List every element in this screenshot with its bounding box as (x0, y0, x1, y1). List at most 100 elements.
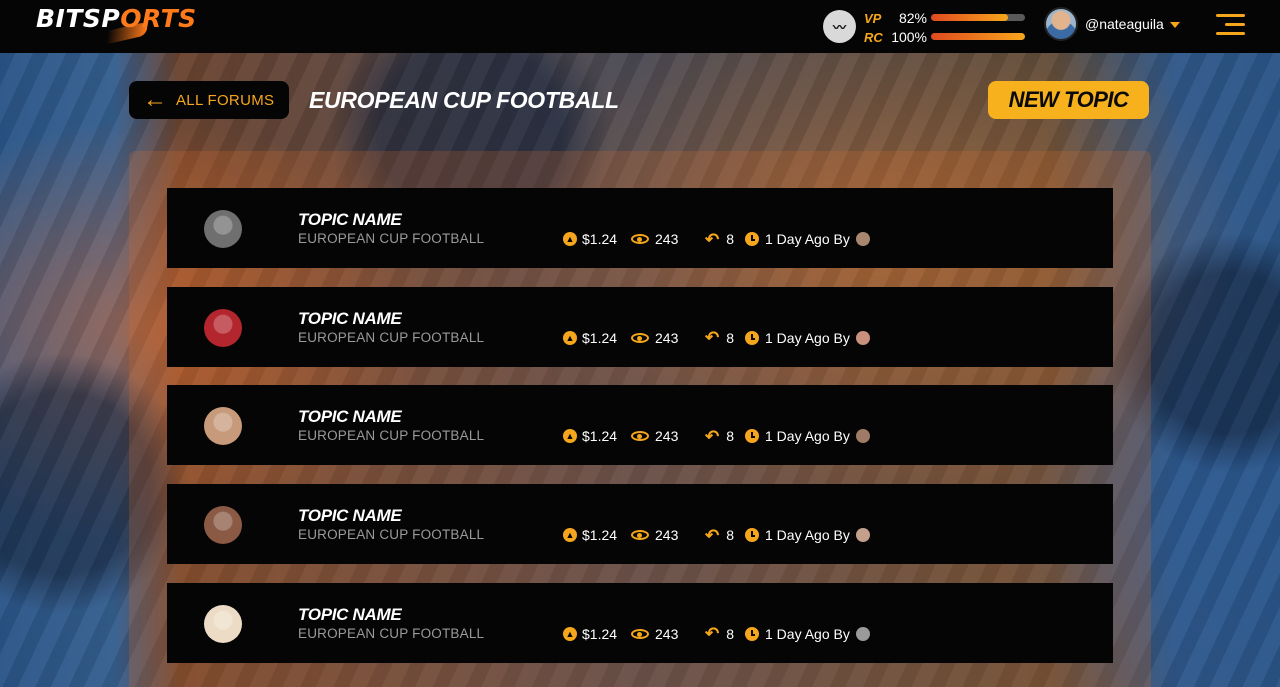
last-poster-avatar[interactable] (855, 626, 870, 641)
topic-forum-name: EUROPEAN CUP FOOTBALL (298, 428, 485, 444)
topic-forum-name: EUROPEAN CUP FOOTBALL (298, 231, 485, 246)
clock-icon (745, 528, 759, 543)
topic-replies: 8 (726, 625, 735, 642)
topic-name[interactable]: TOPIC NAME (298, 506, 402, 526)
topic-value: $1.24 (582, 231, 618, 247)
replies-stat: ↶ 8 (705, 428, 745, 445)
topic-views: 243 (655, 329, 679, 346)
topic-views: 243 (655, 527, 679, 544)
topic-author-avatar[interactable] (204, 210, 242, 248)
topic-forum-name: EUROPEAN CUP FOOTBALL (298, 527, 485, 543)
vp-bar-fill (931, 14, 1009, 21)
all-forums-label: ALL FORUMS (176, 91, 275, 109)
topic-value: $1.24 (582, 527, 618, 544)
replies-stat: ↶ 8 (705, 329, 745, 346)
time-stat: 1 Day Ago By (745, 330, 870, 346)
last-poster-avatar[interactable] (855, 429, 870, 444)
reply-icon: ↶ (705, 328, 720, 348)
topic-row[interactable]: TOPIC NAME EUROPEAN CUP FOOTBALL ▲ $1.24… (167, 385, 1113, 466)
topic-stats: ▲ $1.24 243 ↶ 8 1 Day Ago By (563, 526, 870, 544)
value-stat: ▲ $1.24 (563, 428, 631, 444)
value-stat: ▲ $1.24 (563, 330, 631, 346)
topic-forum-name: EUROPEAN CUP FOOTBALL (298, 625, 485, 641)
clock-icon (745, 232, 759, 246)
user-avatar[interactable] (1044, 7, 1078, 41)
eye-icon (631, 530, 649, 541)
topic-stats: ▲ $1.24 243 ↶ 8 1 Day Ago By (563, 230, 870, 248)
value-stat: ▲ $1.24 (563, 231, 631, 247)
topic-value: $1.24 (582, 329, 618, 346)
topic-row[interactable]: TOPIC NAME EUROPEAN CUP FOOTBALL ▲ $1.24… (167, 188, 1113, 268)
reply-icon: ↶ (705, 426, 720, 446)
chevron-up-icon: ▲ (563, 528, 577, 543)
topic-author-avatar[interactable] (204, 506, 242, 545)
reply-icon: ↶ (705, 229, 720, 249)
topic-name[interactable]: TOPIC NAME (298, 210, 402, 230)
topic-views: 243 (655, 428, 679, 445)
arrow-left-icon: ← (143, 86, 167, 113)
steem-icon[interactable]: 〰 (823, 10, 856, 43)
chevron-up-icon: ▲ (563, 429, 577, 444)
reply-icon: ↶ (705, 624, 720, 644)
page-title: EUROPEAN CUP FOOTBALL (309, 87, 619, 113)
topic-name[interactable]: TOPIC NAME (298, 605, 402, 625)
last-poster-avatar[interactable] (855, 528, 870, 543)
eye-icon (631, 628, 649, 639)
all-forums-button[interactable]: ← ALL FORUMS (129, 81, 289, 119)
topic-row[interactable]: TOPIC NAME EUROPEAN CUP FOOTBALL ▲ $1.24… (167, 484, 1113, 565)
views-stat: 243 (631, 527, 705, 543)
vp-value: 82% (898, 10, 927, 26)
logo-text-1: BITSP (36, 4, 121, 33)
topic-row[interactable]: TOPIC NAME EUROPEAN CUP FOOTBALL ▲ $1.24… (167, 582, 1113, 663)
topic-author-avatar[interactable] (204, 308, 242, 347)
bitsports-logo[interactable]: BITSP ORTS (36, 4, 197, 45)
chevron-up-icon: ▲ (563, 626, 577, 641)
meter-values: 82% 100% (889, 9, 927, 47)
views-stat: 243 (631, 626, 705, 642)
views-stat: 243 (631, 330, 705, 346)
topic-time: 1 Day Ago By (765, 625, 850, 642)
replies-stat: ↶ 8 (705, 231, 745, 248)
menu-icon[interactable] (1216, 14, 1245, 36)
time-stat: 1 Day Ago By (745, 231, 870, 247)
value-stat: ▲ $1.24 (563, 626, 631, 642)
topic-time: 1 Day Ago By (765, 428, 850, 445)
topic-row[interactable]: TOPIC NAME EUROPEAN CUP FOOTBALL ▲ $1.24… (167, 286, 1113, 367)
topic-stats: ▲ $1.24 243 ↶ 8 1 Day Ago By (563, 625, 870, 643)
topic-replies: 8 (726, 329, 735, 346)
topic-stats: ▲ $1.24 243 ↶ 8 1 Day Ago By (563, 329, 870, 347)
rc-bar (931, 33, 1025, 40)
last-poster-avatar[interactable] (855, 330, 870, 345)
vp-bar (931, 14, 1025, 21)
topic-value: $1.24 (582, 428, 618, 445)
time-stat: 1 Day Ago By (745, 626, 870, 642)
topic-replies: 8 (726, 231, 735, 247)
topic-time: 1 Day Ago By (765, 527, 850, 544)
topic-views: 243 (655, 625, 679, 642)
clock-icon (745, 626, 759, 641)
username[interactable]: @nateaguila (1085, 16, 1164, 32)
reply-icon: ↶ (705, 525, 720, 545)
rc-value: 100% (891, 29, 927, 45)
topic-name[interactable]: TOPIC NAME (298, 407, 402, 427)
clock-icon (745, 429, 759, 444)
clock-icon (745, 330, 759, 345)
value-stat: ▲ $1.24 (563, 527, 631, 543)
topic-author-avatar[interactable] (204, 407, 242, 446)
chevron-up-icon: ▲ (563, 330, 577, 345)
topic-replies: 8 (726, 428, 735, 445)
views-stat: 243 (631, 428, 705, 444)
time-stat: 1 Day Ago By (745, 428, 870, 444)
topic-author-avatar[interactable] (204, 604, 242, 643)
eye-icon (631, 234, 649, 244)
last-poster-avatar[interactable] (855, 232, 870, 246)
time-stat: 1 Day Ago By (745, 527, 870, 543)
chevron-down-icon[interactable] (1170, 22, 1180, 28)
chevron-up-icon: ▲ (563, 232, 577, 246)
topic-replies: 8 (726, 527, 735, 544)
topic-views: 243 (655, 231, 679, 247)
replies-stat: ↶ 8 (705, 527, 745, 544)
topic-forum-name: EUROPEAN CUP FOOTBALL (298, 329, 485, 345)
new-topic-button[interactable]: NEW TOPIC (988, 81, 1149, 119)
topic-name[interactable]: TOPIC NAME (298, 309, 402, 329)
